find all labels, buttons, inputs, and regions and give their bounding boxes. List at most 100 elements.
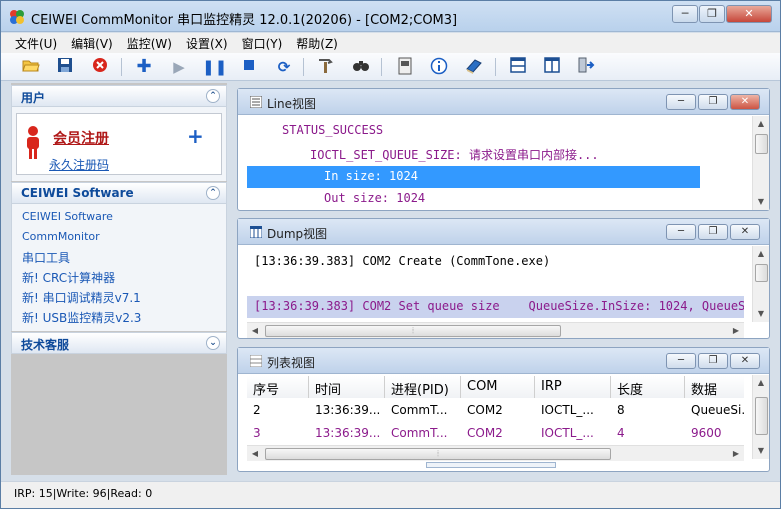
software-panel-header[interactable]: CEIWEI Software ⌃ — [11, 182, 227, 204]
line-view-title: Line视图 — [267, 97, 317, 111]
splitter-grip[interactable] — [426, 462, 556, 468]
close-button[interactable]: ✕ — [730, 224, 760, 240]
book-icon[interactable] — [463, 57, 485, 77]
scroll-left-icon[interactable]: ◀ — [247, 446, 263, 462]
sidebar: 用户 ⌃ 会员注册 + 永久注册码 CEIWEI Software ⌃ CEIW… — [11, 83, 227, 475]
maximize-button[interactable]: ❐ — [698, 94, 728, 110]
scroll-down-icon[interactable]: ▼ — [753, 194, 769, 210]
exit-icon[interactable] — [575, 57, 597, 77]
list-view-vscroll[interactable]: ▲ ▼ — [752, 375, 769, 459]
register-box: 会员注册 + 永久注册码 — [16, 113, 222, 175]
dump-view-hscroll[interactable]: ◀ ⦙ ▶ — [247, 322, 744, 338]
scroll-up-icon[interactable]: ▲ — [753, 246, 769, 262]
line-view-titlebar[interactable]: Line视图 ─ ❐ ✕ — [238, 89, 769, 115]
column-header[interactable]: 长度 — [611, 376, 685, 398]
collapse-icon[interactable]: ⌃ — [206, 186, 220, 200]
open-folder-icon[interactable] — [20, 57, 42, 77]
column-header[interactable]: COM — [461, 376, 535, 398]
scroll-thumb[interactable] — [755, 397, 768, 435]
table-cell: 4 — [617, 426, 625, 440]
dump-view-vscroll[interactable]: ▲ ▼ — [752, 246, 769, 322]
line-text: Out size: 1024 — [324, 191, 426, 205]
scroll-left-icon[interactable]: ◀ — [247, 323, 263, 339]
column-header[interactable]: 数据 — [685, 376, 744, 398]
menu-file[interactable]: 文件(U) — [9, 33, 64, 54]
user-icon — [27, 126, 39, 159]
pause-icon[interactable]: ❚❚ — [202, 57, 227, 77]
minimize-button[interactable]: ─ — [666, 94, 696, 110]
selected-line-row[interactable]: In size: 1024 — [247, 166, 700, 188]
scroll-thumb[interactable]: ⦙ — [265, 325, 561, 337]
software-link[interactable]: CommMonitor — [22, 230, 100, 243]
filter-tool-icon[interactable] — [315, 57, 337, 77]
layout-vertical-icon[interactable] — [541, 57, 563, 77]
user-panel-title: 用户 — [21, 91, 46, 105]
menu-window[interactable]: 窗口(Y) — [235, 33, 290, 54]
collapse-icon[interactable]: ⌃ — [206, 89, 220, 103]
sidebar-splitter[interactable] — [229, 83, 235, 475]
minimize-button[interactable]: ─ — [666, 224, 696, 240]
user-panel-header[interactable]: 用户 ⌃ — [11, 85, 227, 107]
menu-monitor[interactable]: 监控(W) — [120, 33, 179, 54]
maximize-button[interactable]: ❐ — [698, 224, 728, 240]
add-icon[interactable]: ✚ — [133, 57, 155, 77]
support-panel-header[interactable]: 技术客服 ⌄ — [11, 332, 227, 354]
save-icon[interactable] — [54, 57, 76, 77]
expand-icon[interactable]: ⌄ — [206, 336, 220, 350]
column-header[interactable]: IRP — [535, 376, 611, 398]
app-logo-icon — [10, 10, 24, 24]
line-view-vscroll[interactable]: ▲ ▼ — [752, 116, 769, 210]
menu-edit[interactable]: 编辑(V) — [64, 33, 120, 54]
table-cell: IOCTL_... — [541, 426, 594, 440]
maximize-button[interactable]: ❐ — [699, 5, 725, 23]
export-icon[interactable] — [394, 57, 416, 77]
find-icon[interactable] — [350, 57, 372, 77]
table-row[interactable]: 3 13:36:39... CommT... COM2 IOCTL_... 4 … — [247, 422, 744, 444]
layout-horizontal-icon[interactable] — [507, 57, 529, 77]
play-icon[interactable]: ▶ — [168, 57, 190, 77]
scroll-down-icon[interactable]: ▼ — [753, 306, 769, 322]
software-link[interactable]: 新! CRC计算神器 — [22, 269, 115, 286]
column-header[interactable]: 进程(PID) — [385, 376, 461, 398]
minimize-button[interactable]: ─ — [666, 353, 696, 369]
close-button[interactable]: ✕ — [730, 94, 760, 110]
table-cell: QueueSi... — [691, 403, 744, 417]
menu-help[interactable]: 帮助(Z) — [289, 33, 345, 54]
software-link[interactable]: 新! 串口调试精灵v7.1 — [22, 289, 141, 306]
dump-view-titlebar[interactable]: Dump视图 ─ ❐ ✕ — [238, 219, 769, 245]
user-panel-body: 会员注册 + 永久注册码 — [11, 107, 227, 181]
scroll-up-icon[interactable]: ▲ — [753, 375, 769, 391]
table-cell: COM2 — [467, 403, 503, 417]
list-view-hscroll[interactable]: ◀ ⦙ ▶ — [247, 445, 744, 461]
scroll-up-icon[interactable]: ▲ — [753, 116, 769, 132]
close-button[interactable]: ✕ — [730, 353, 760, 369]
minimize-button[interactable]: ─ — [672, 5, 698, 23]
scroll-right-icon[interactable]: ▶ — [728, 446, 744, 462]
permanent-register-link[interactable]: 永久注册码 — [49, 156, 109, 173]
maximize-button[interactable]: ❐ — [698, 353, 728, 369]
menu-settings[interactable]: 设置(X) — [179, 33, 235, 54]
column-header[interactable]: 时间 — [309, 376, 385, 398]
table-row[interactable]: 2 13:36:39... CommT... COM2 IOCTL_... 8 … — [247, 399, 744, 421]
scroll-down-icon[interactable]: ▼ — [753, 443, 769, 459]
scroll-thumb[interactable]: ⦙ — [265, 448, 611, 460]
refresh-icon[interactable]: ⟳ — [273, 57, 295, 77]
stop-red-icon[interactable] — [89, 57, 111, 77]
title-bar[interactable]: CEIWEI CommMonitor 串口监控精灵 12.0.1(20206) … — [1, 1, 780, 32]
member-register-link[interactable]: 会员注册 — [53, 128, 109, 148]
info-icon[interactable] — [428, 57, 450, 77]
close-button[interactable]: ✕ — [726, 5, 772, 23]
stop-icon[interactable] — [238, 57, 260, 77]
column-header[interactable]: 序号 — [247, 376, 309, 398]
table-cell: COM2 — [467, 426, 503, 440]
list-view-titlebar[interactable]: 列表视图 ─ ❐ ✕ — [238, 348, 769, 374]
scroll-thumb[interactable] — [755, 134, 768, 154]
scroll-thumb[interactable] — [755, 264, 768, 282]
scroll-right-icon[interactable]: ▶ — [728, 323, 744, 339]
selected-dump-row[interactable]: [13:36:39.383] COM2 Set queue size Queue… — [247, 296, 744, 318]
add-icon[interactable]: + — [187, 124, 204, 148]
software-link[interactable]: CEIWEI Software — [22, 210, 113, 223]
software-link[interactable]: 新! USB监控精灵v2.3 — [22, 309, 141, 326]
software-link[interactable]: 串口工具 — [22, 249, 70, 266]
software-panel-body: CEIWEI Software CommMonitor 串口工具 新! CRC计… — [11, 204, 227, 331]
